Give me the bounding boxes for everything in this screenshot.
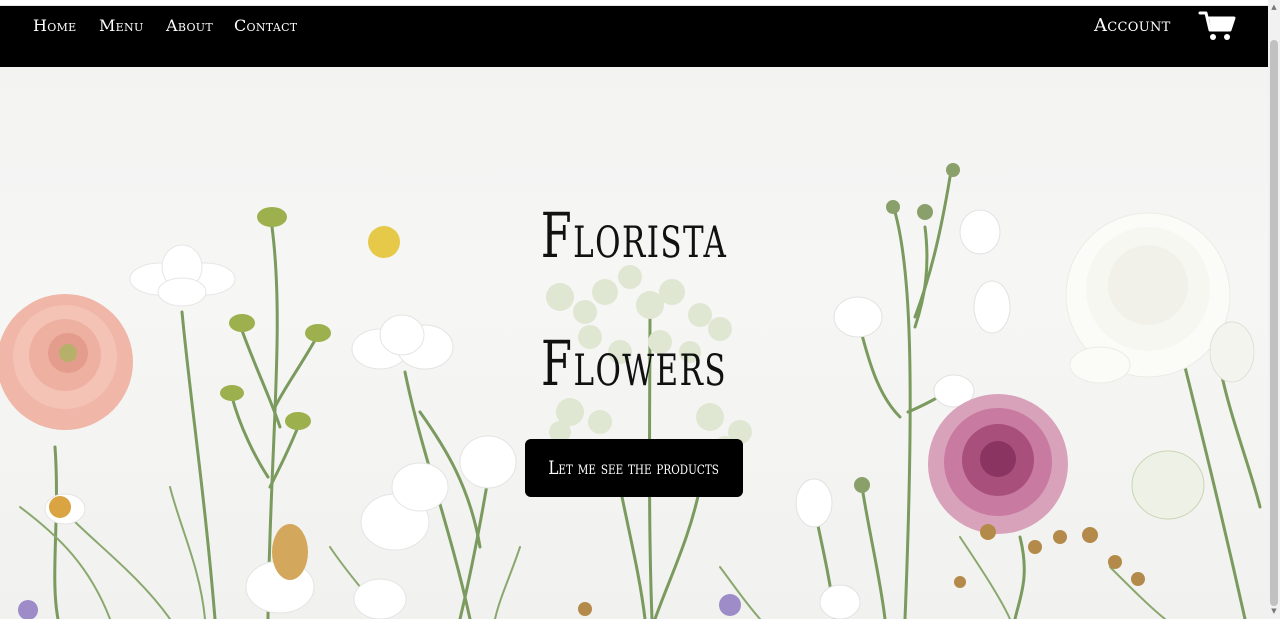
scrollbar-thumb[interactable] (1270, 40, 1278, 606)
navbar: Home Menu About Contact Account (0, 6, 1268, 67)
nav-menu-link[interactable]: Menu (99, 16, 144, 35)
view-products-button-label: Let me see the products (548, 457, 720, 479)
vertical-scrollbar[interactable]: ▲ ▼ (1268, 0, 1280, 619)
scroll-down-arrow-icon[interactable]: ▼ (1270, 606, 1278, 616)
hero-title-line1: Florista (540, 199, 728, 272)
shopping-cart-icon[interactable] (1198, 10, 1236, 42)
view-products-button[interactable]: Let me see the products (525, 439, 743, 497)
nav-about-link[interactable]: About (166, 16, 213, 35)
scroll-up-arrow-icon[interactable]: ▲ (1270, 2, 1278, 12)
hero-title-line2: Flowers (541, 327, 727, 400)
hero-banner: Florista Flowers Let me see the products (0, 67, 1268, 619)
nav-home-link[interactable]: Home (33, 16, 76, 35)
nav-contact-link[interactable]: Contact (234, 16, 297, 35)
nav-account-link[interactable]: Account (1094, 15, 1171, 36)
